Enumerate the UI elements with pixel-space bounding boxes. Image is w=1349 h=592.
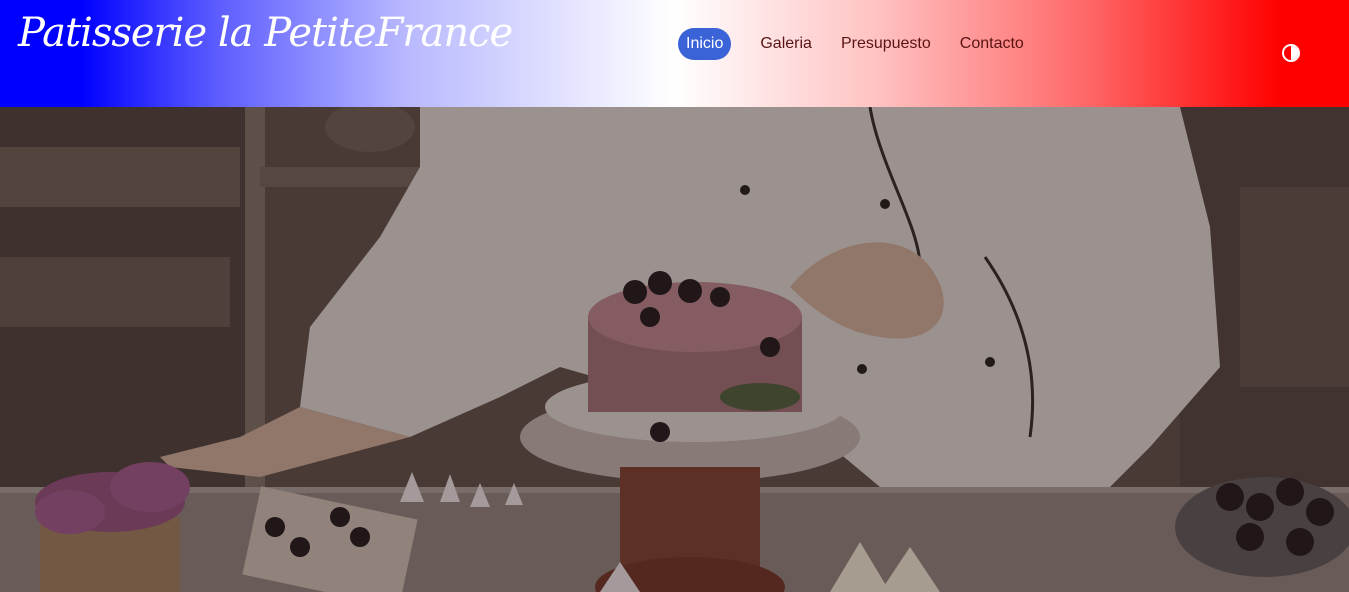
- main-nav: Inicio Galeria Presupuesto Contacto: [678, 28, 1045, 60]
- hero-image: [0, 107, 1349, 592]
- brand-logo-text[interactable]: Patisserie la PetiteFrance: [18, 10, 513, 56]
- site-header: Patisserie la PetiteFrance Inicio Galeri…: [0, 0, 1349, 107]
- nav-item-inicio[interactable]: Inicio: [678, 28, 732, 60]
- nav-item-contacto[interactable]: Contacto: [952, 28, 1032, 60]
- nav-item-presupuesto[interactable]: Presupuesto: [833, 28, 939, 60]
- contrast-icon[interactable]: [1282, 44, 1300, 62]
- pastry-chef-photo: [0, 107, 1349, 592]
- nav-item-galeria[interactable]: Galeria: [752, 28, 820, 60]
